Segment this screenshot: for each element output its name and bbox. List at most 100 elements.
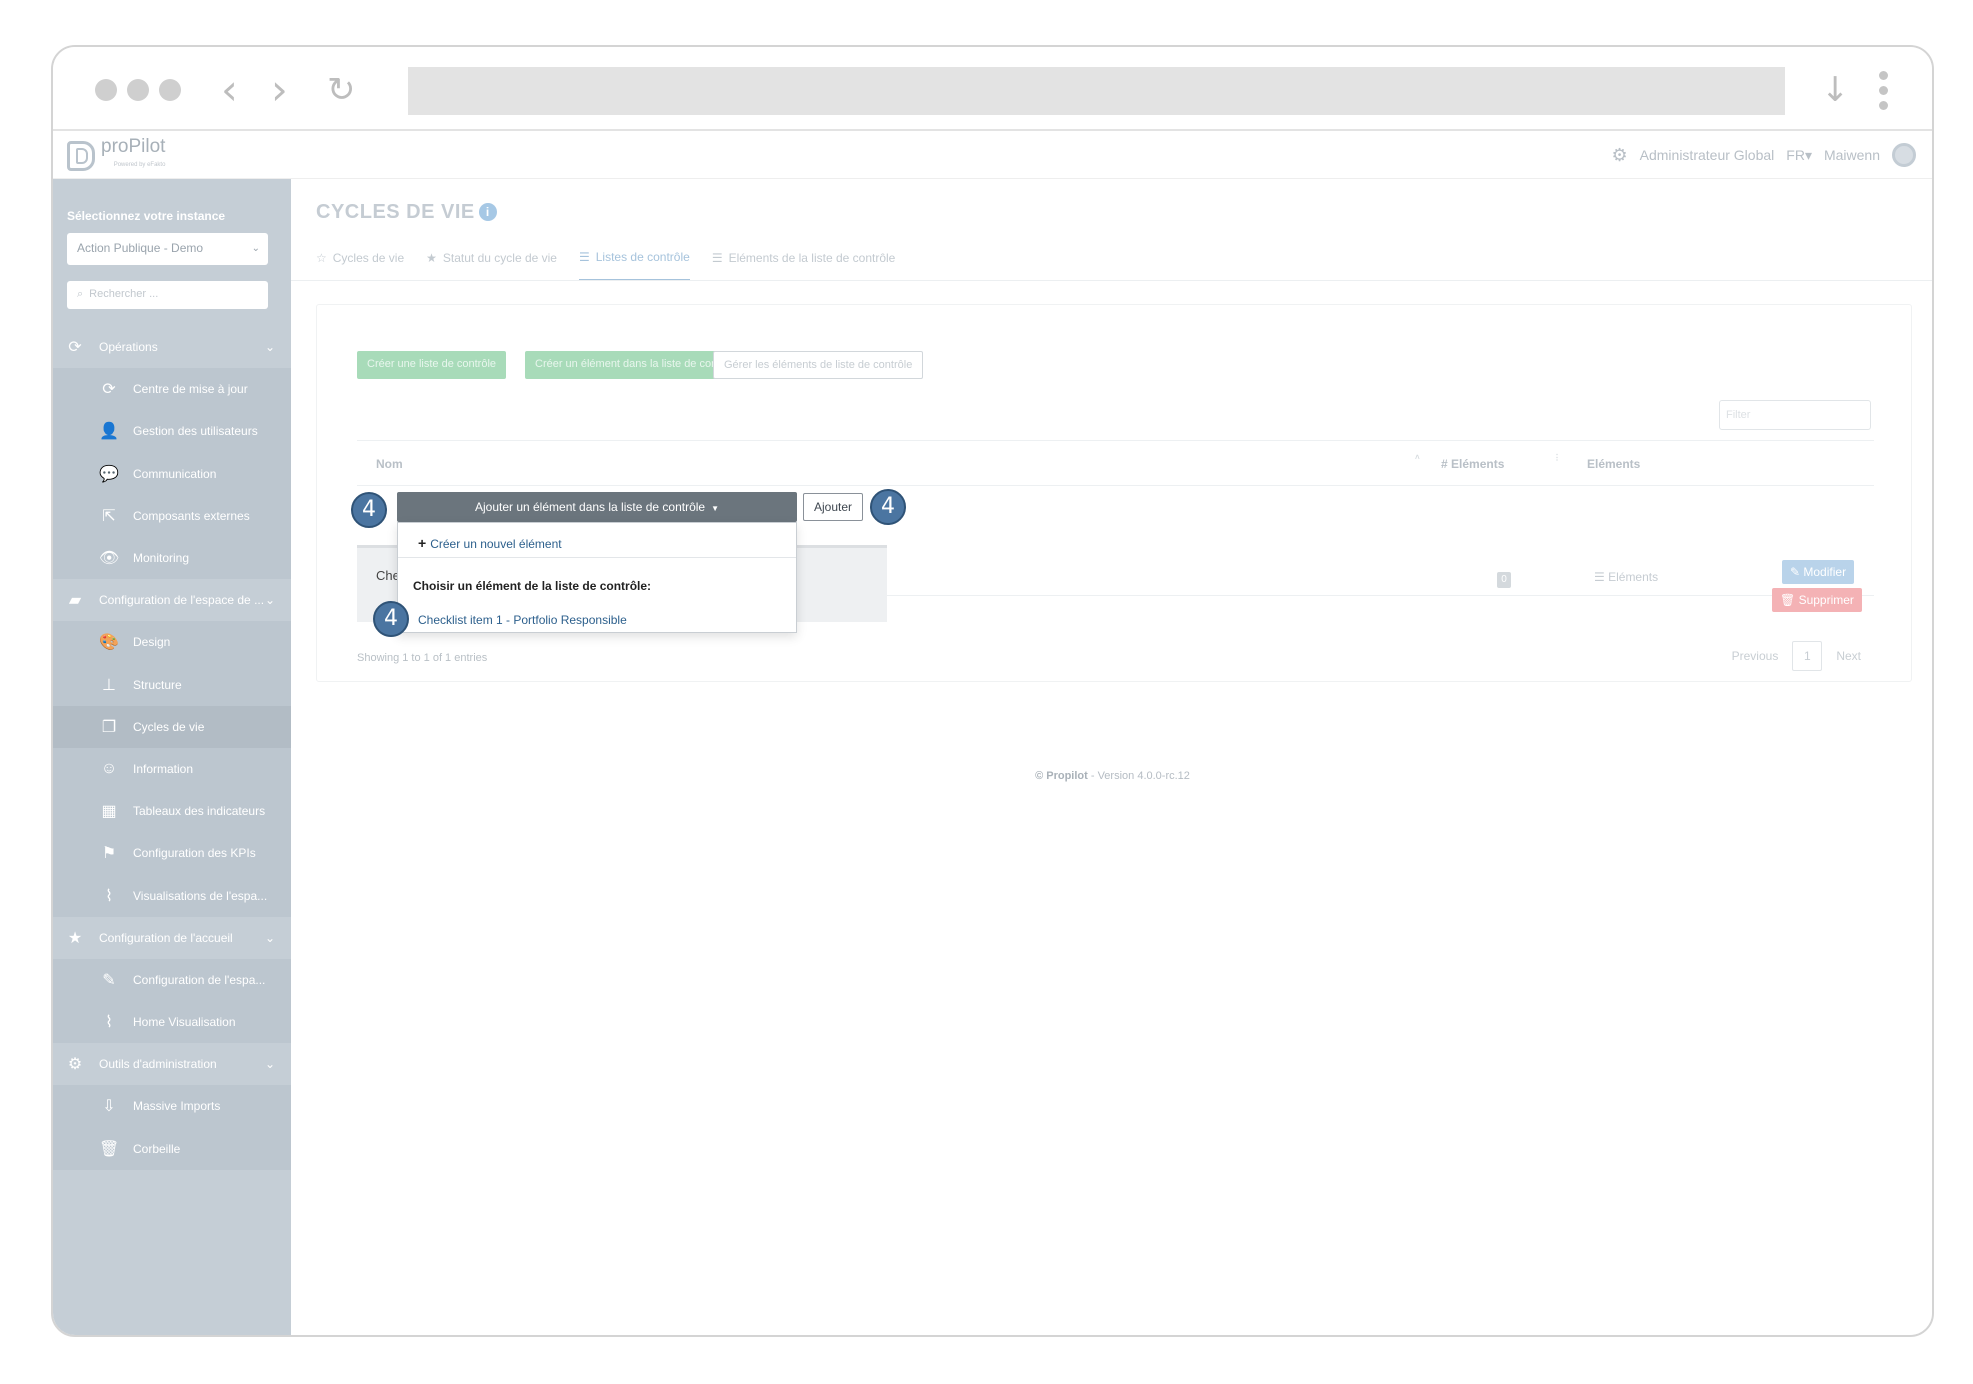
tab-label: Cycles de vie bbox=[332, 251, 405, 265]
user-icon: 👤 bbox=[99, 423, 119, 441]
dropdown-header: Choisir un élément de la liste de contrô… bbox=[413, 579, 652, 593]
folder-icon: ▰ bbox=[68, 592, 82, 610]
sidebar-item[interactable]: ⟳ Opérations ⌄ bbox=[53, 326, 291, 368]
sidebar-item[interactable]: ⚙ Outils d'administration ⌄ bbox=[53, 1043, 291, 1085]
language-selector[interactable]: FR▾ bbox=[1786, 147, 1812, 164]
forward-icon[interactable]: › bbox=[271, 65, 288, 115]
sidebar-item[interactable]: ▦ Tableaux des indicateurs bbox=[53, 790, 291, 833]
sidebar-nav: ⟳ Opérations ⌄ ⟳ Centre de mise à jour 👤 Gesti… bbox=[53, 326, 291, 1170]
sidebar-item[interactable]: ⌇ Visualisations de l'espa... bbox=[53, 874, 291, 917]
column-elements[interactable]: Eléments bbox=[1587, 457, 1640, 471]
chevron-down-icon[interactable]: ⌄ bbox=[265, 593, 275, 607]
column-name[interactable]: Nom bbox=[376, 457, 403, 471]
sidebar-item[interactable]: ✎ Configuration de l'espa... bbox=[53, 958, 291, 1001]
user-role[interactable]: Administrateur Global bbox=[1640, 147, 1775, 163]
edit-icon: ✎ bbox=[102, 971, 116, 989]
browser-menu-icon[interactable] bbox=[1879, 71, 1889, 111]
sort-icon[interactable]: ⋮ bbox=[1553, 453, 1561, 462]
sidebar-item-label: Tableaux des indicateurs bbox=[133, 804, 266, 819]
sort-icon[interactable]: ˄ bbox=[1415, 453, 1420, 462]
gear-icon[interactable]: ⚙ bbox=[1612, 145, 1628, 166]
next-button[interactable]: Next bbox=[1836, 649, 1861, 663]
address-bar[interactable] bbox=[408, 67, 1785, 115]
sidebar-item[interactable]: 🗑 Corbeille bbox=[53, 1127, 291, 1170]
sidebar-item[interactable]: ❐ Cycles de vie bbox=[53, 705, 291, 748]
sidebar-item[interactable]: 👤 Gestion des utilisateurs bbox=[53, 410, 291, 453]
download-icon[interactable]: ↓ bbox=[1821, 65, 1850, 115]
sidebar-item[interactable]: 👁 Monitoring bbox=[53, 536, 291, 580]
sidebar-item[interactable]: ★ Configuration de l'accueil ⌄ bbox=[53, 917, 291, 959]
tab[interactable]: ★ Statut du cycle de vie bbox=[426, 245, 557, 281]
sidebar-item[interactable]: ⇱ Composants externes bbox=[53, 494, 291, 537]
tab-label: Statut du cycle de vie bbox=[442, 251, 557, 265]
sidebar-item[interactable]: 🎨 Design bbox=[53, 621, 291, 664]
sidebar-item[interactable]: ⚑ Configuration des KPIs bbox=[53, 832, 291, 875]
count-badge: 0 bbox=[1497, 572, 1511, 588]
footer-brand: © Propilot bbox=[1035, 770, 1088, 782]
sidebar-search-input[interactable]: ⌕ Rechercher ... bbox=[67, 281, 268, 309]
delete-button[interactable]: 🗑 Supprimer bbox=[1772, 588, 1862, 612]
trash-icon: 🗑 bbox=[99, 1140, 120, 1158]
tab-label: Listes de contrôle bbox=[595, 250, 690, 264]
add-button[interactable]: Ajouter bbox=[803, 493, 863, 521]
avatar[interactable] bbox=[1892, 143, 1916, 167]
logo-subtext: Powered by eFakto bbox=[113, 162, 166, 168]
sidebar-item[interactable]: ⟳ Centre de mise à jour bbox=[53, 368, 291, 411]
logo-text: proPilot bbox=[101, 136, 166, 157]
manage-elements-button[interactable]: Gérer les éléments de liste de contrôle bbox=[713, 351, 924, 379]
page-number-button[interactable]: 1 bbox=[1792, 641, 1823, 671]
table-header: Nom ˄ # Eléments ⋮ Eléments bbox=[357, 440, 1874, 486]
sidebar-item-label: Massive Imports bbox=[133, 1099, 221, 1114]
sidebar-item[interactable]: ⇩ Massive Imports bbox=[53, 1085, 291, 1128]
sidebar-item[interactable]: ▰ Configuration de l'espace de ... ⌄ bbox=[53, 579, 291, 621]
logo[interactable]: proPilot Powered by eFakto bbox=[67, 137, 166, 172]
sidebar-item[interactable]: ⊥ Structure bbox=[53, 663, 291, 706]
reload-icon[interactable]: ↻ bbox=[327, 65, 356, 115]
create-list-button[interactable]: Créer une liste de contrôle bbox=[357, 351, 507, 379]
browser-toolbar: ‹ › ↻ ↓ bbox=[53, 47, 1932, 131]
footer: © Propilot - Version 4.0.0-rc.12 bbox=[291, 770, 1932, 782]
sidebar-item-label: Cycles de vie bbox=[133, 719, 205, 734]
palette-icon: 🎨 bbox=[99, 634, 119, 652]
step-badge: 4 bbox=[373, 601, 409, 637]
sidebar-item[interactable]: ⌇ Home Visualisation bbox=[53, 1001, 291, 1044]
sidebar-item[interactable]: ☺ Information bbox=[53, 747, 291, 791]
info-icon[interactable]: i bbox=[478, 203, 497, 221]
sidebar-item-label: Communication bbox=[133, 466, 217, 481]
sidebar-item-label: Configuration des KPIs bbox=[133, 846, 256, 861]
dropdown-item[interactable]: Checklist item 1 - Portfolio Responsible bbox=[418, 613, 627, 627]
tab[interactable]: ☆ Cycles de vie bbox=[316, 245, 404, 281]
sidebar-item-label: Monitoring bbox=[133, 551, 190, 566]
user-name[interactable]: Maiwenn bbox=[1824, 147, 1880, 163]
instance-select[interactable]: Action Publique - Demo ⌄ bbox=[67, 233, 268, 265]
elements-link[interactable]: ☰ Eléments bbox=[1594, 570, 1658, 584]
sidebar-item-label: Corbeille bbox=[133, 1141, 181, 1156]
sidebar-item-label: Home Visualisation bbox=[133, 1015, 236, 1030]
previous-button[interactable]: Previous bbox=[1732, 649, 1779, 663]
tab[interactable]: ☰ Eléments de la liste de contrôle bbox=[712, 245, 896, 281]
caret-down-icon: ▼ bbox=[711, 504, 720, 513]
eye-icon: 👁 bbox=[99, 550, 120, 568]
step-badge: 4 bbox=[870, 489, 906, 525]
filter-input[interactable]: Filter bbox=[1719, 400, 1871, 430]
tab[interactable]: ☰ Listes de contrôle bbox=[578, 245, 690, 281]
comment-icon: ☺ bbox=[100, 759, 118, 777]
add-element-dropdown-toggle[interactable]: Ajouter un élément dans la liste de cont… bbox=[397, 492, 797, 522]
column-count[interactable]: # Eléments bbox=[1441, 457, 1504, 471]
trash-icon: 🗑 bbox=[1780, 593, 1799, 607]
gear-icon: ⚙ bbox=[67, 1056, 83, 1074]
refresh-icon: ⟳ bbox=[68, 339, 82, 357]
sidebar-item[interactable]: 💬 Communication bbox=[53, 452, 291, 495]
edit-button[interactable]: ✎ Modifier bbox=[1782, 560, 1855, 584]
sidebar-item-label: Gestion des utilisateurs bbox=[133, 424, 258, 439]
back-icon[interactable]: ‹ bbox=[221, 65, 238, 115]
sitemap-icon: ⊥ bbox=[102, 676, 116, 694]
browser-window: ‹ › ↻ ↓ proPilot Powered by eFakto ⚙ Adm… bbox=[51, 45, 1934, 1337]
create-new-element-item[interactable]: + Créer un nouvel élément bbox=[418, 535, 562, 551]
star-icon: ★ bbox=[67, 929, 83, 947]
chevron-down-icon[interactable]: ⌄ bbox=[265, 931, 275, 945]
caret-down-icon: ⌄ bbox=[251, 243, 260, 254]
window-dot bbox=[159, 79, 181, 101]
chevron-down-icon[interactable]: ⌄ bbox=[265, 340, 275, 354]
chevron-down-icon[interactable]: ⌄ bbox=[265, 1057, 275, 1071]
